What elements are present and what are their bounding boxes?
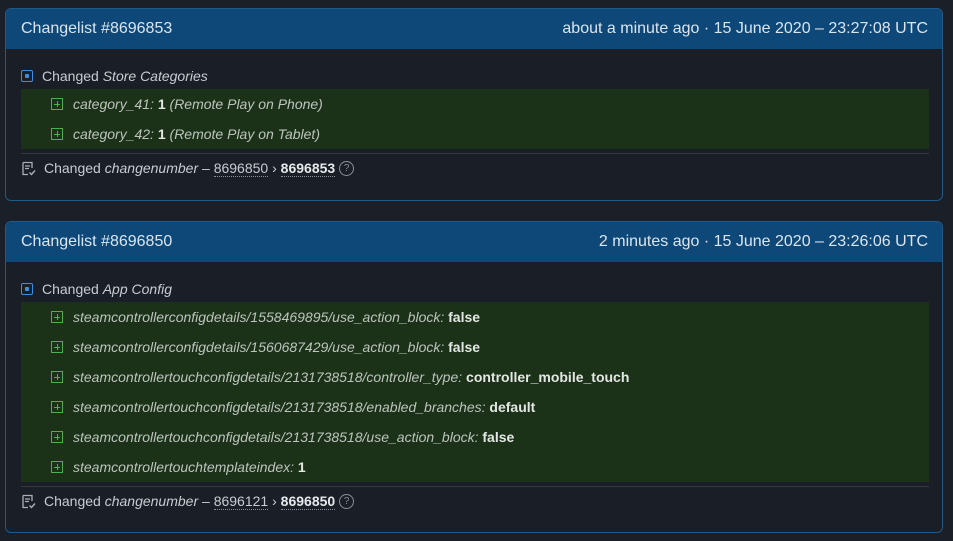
- change-prefix: Changed: [44, 160, 101, 176]
- added-list: category_41: 1 (Remote Play on Phone) ca…: [21, 89, 929, 149]
- added-row: category_41: 1 (Remote Play on Phone): [21, 89, 929, 119]
- document-check-icon: [21, 494, 36, 509]
- help-icon[interactable]: ?: [339, 493, 355, 509]
- row-key: category_41:: [73, 96, 154, 112]
- change-arrow: ›: [272, 493, 277, 509]
- added-row: steamcontrollerconfigdetails/1558469895/…: [21, 302, 929, 332]
- plus-square-icon: [51, 311, 63, 323]
- old-changenumber-link[interactable]: 8696121: [213, 493, 269, 510]
- row-value: false: [448, 339, 481, 355]
- row-key: category_42:: [73, 126, 154, 142]
- added-row: steamcontrollerconfigdetails/1560687429/…: [21, 332, 929, 362]
- row-key: steamcontrollertouchconfigdetails/213173…: [73, 399, 486, 415]
- changelist-card: Changelist #8696850 2 minutes ago · 15 J…: [5, 221, 943, 533]
- row-value: 1: [157, 96, 166, 112]
- changed-square-icon: [21, 283, 33, 295]
- new-changenumber-link[interactable]: 8696853: [280, 160, 336, 177]
- section-title: Changed App Config: [21, 276, 929, 302]
- change-dash: –: [202, 160, 210, 176]
- row-key: steamcontrollerconfigdetails/1560687429/…: [73, 339, 445, 355]
- plus-square-icon: [51, 98, 63, 110]
- changelist-header: Changelist #8696853 about a minute ago ·…: [6, 9, 942, 49]
- change-field: changenumber: [104, 160, 199, 176]
- changed-square-icon: [21, 70, 33, 82]
- added-row: steamcontrollertouchtemplateindex: 1: [21, 452, 929, 482]
- row-key: steamcontrollertouchconfigdetails/213173…: [73, 369, 463, 385]
- changelist-title[interactable]: Changelist #8696853: [21, 20, 172, 38]
- added-row: steamcontrollertouchconfigdetails/213173…: [21, 362, 929, 392]
- section-title: Changed Store Categories: [21, 63, 929, 89]
- changelist-title[interactable]: Changelist #8696850: [21, 233, 172, 251]
- plus-square-icon: [51, 401, 63, 413]
- document-check-icon: [21, 161, 36, 176]
- row-value: false: [482, 429, 515, 445]
- section-prefix: Changed: [42, 68, 99, 84]
- row-value: 1: [157, 126, 166, 142]
- help-icon[interactable]: ?: [339, 160, 355, 176]
- row-value: controller_mobile_touch: [466, 369, 630, 385]
- change-field: changenumber: [104, 493, 199, 509]
- row-value: default: [489, 399, 536, 415]
- plus-square-icon: [51, 128, 63, 140]
- changelist-timestamp: about a minute ago · 15 June 2020 – 23:2…: [562, 20, 928, 37]
- row-key: steamcontrollertouchtemplateindex:: [73, 459, 295, 475]
- change-prefix: Changed: [44, 493, 101, 509]
- changelist-timestamp: 2 minutes ago · 15 June 2020 – 23:26:06 …: [598, 233, 928, 250]
- added-row: steamcontrollertouchconfigdetails/213173…: [21, 422, 929, 452]
- added-row: steamcontrollertouchconfigdetails/213173…: [21, 392, 929, 422]
- changenumber-row: Changed changenumber – 8696850 › 8696853…: [21, 154, 929, 182]
- change-arrow: ›: [272, 160, 277, 176]
- row-key: steamcontrollerconfigdetails/1558469895/…: [73, 309, 445, 325]
- row-value: false: [448, 309, 481, 325]
- plus-square-icon: [51, 431, 63, 443]
- changelist-card: Changelist #8696853 about a minute ago ·…: [5, 8, 943, 201]
- plus-square-icon: [51, 341, 63, 353]
- row-key: steamcontrollertouchconfigdetails/213173…: [73, 429, 479, 445]
- added-list: steamcontrollerconfigdetails/1558469895/…: [21, 302, 929, 482]
- added-row: category_42: 1 (Remote Play on Tablet): [21, 119, 929, 149]
- row-note: (Remote Play on Tablet): [169, 126, 320, 142]
- section-name: App Config: [102, 281, 172, 297]
- old-changenumber-link[interactable]: 8696850: [213, 160, 269, 177]
- row-value: 1: [297, 459, 306, 475]
- change-dash: –: [202, 493, 210, 509]
- plus-square-icon: [51, 371, 63, 383]
- section-prefix: Changed: [42, 281, 99, 297]
- row-note: (Remote Play on Phone): [169, 96, 323, 112]
- plus-square-icon: [51, 461, 63, 473]
- changenumber-row: Changed changenumber – 8696121 › 8696850…: [21, 487, 929, 515]
- section-name: Store Categories: [102, 68, 208, 84]
- new-changenumber-link[interactable]: 8696850: [280, 493, 336, 510]
- changelist-header: Changelist #8696850 2 minutes ago · 15 J…: [6, 222, 942, 262]
